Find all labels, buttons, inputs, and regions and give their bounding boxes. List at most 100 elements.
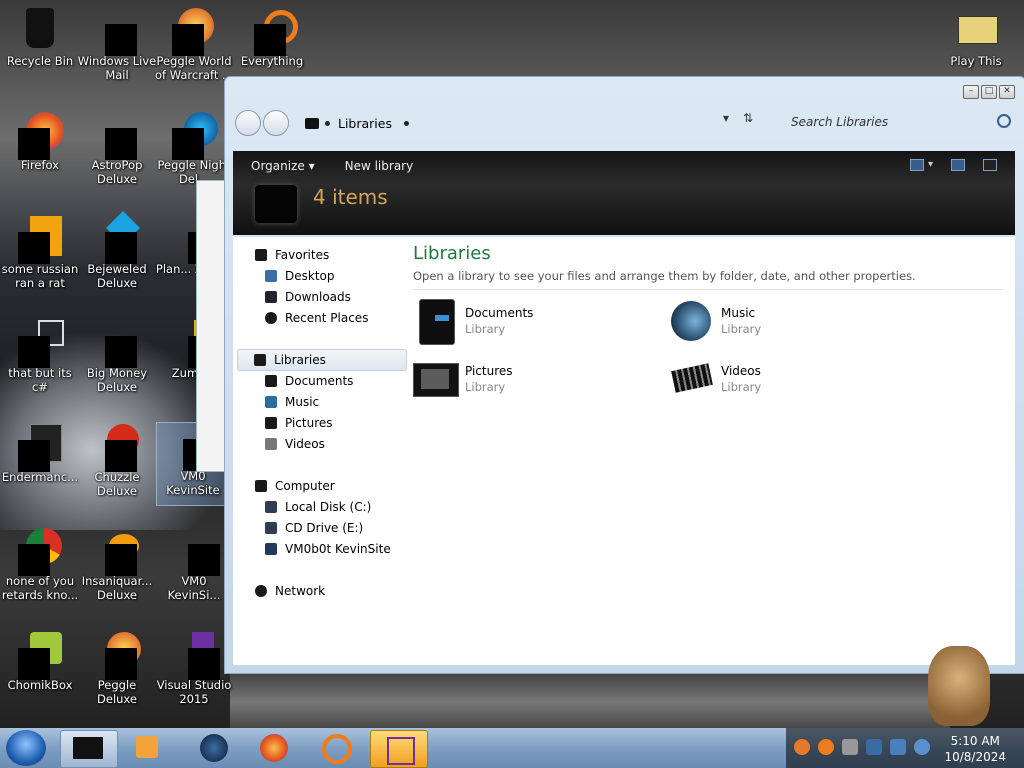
library-documents[interactable]: Documents Library	[413, 299, 534, 345]
clock[interactable]: 5:10 AM 10/8/2024	[944, 733, 1006, 765]
desktop-icon-everything[interactable]: Everything	[232, 8, 312, 68]
nav-label: Videos	[285, 437, 325, 451]
minimize-button[interactable]: –	[963, 85, 979, 99]
desktop-icon-label: Everything	[240, 54, 304, 68]
breadcrumb-separator[interactable]	[325, 120, 330, 126]
taskbar-firefox[interactable]	[246, 730, 302, 766]
desktop-icon-that-but-its-csharp[interactable]: that but its c#	[0, 320, 80, 394]
organize-menu[interactable]: Organize ▾	[251, 159, 315, 173]
library-name: Documents	[465, 306, 534, 320]
desktop-icon-some-russian[interactable]: some russian ran a rat	[0, 216, 80, 290]
breadcrumb-separator[interactable]	[404, 120, 409, 126]
search-icon[interactable]	[997, 114, 1011, 128]
firefox-icon	[260, 734, 288, 762]
hamster-gadget[interactable]	[928, 646, 990, 726]
help-icon[interactable]	[983, 159, 997, 171]
nav-libraries[interactable]: Libraries	[237, 349, 407, 371]
desktop-icon-peggle-wow[interactable]: Peggle World of Warcraft ...	[154, 8, 234, 82]
tray-app-icon[interactable]	[842, 739, 858, 755]
pictures-icon	[413, 357, 459, 401]
new-library-button[interactable]: New library	[345, 159, 414, 173]
documents-icon	[265, 375, 277, 387]
refresh-icon[interactable]: ⇅	[743, 111, 753, 125]
desktop-icon-chuzzle[interactable]: Chuzzle Deluxe	[77, 424, 157, 498]
nav-label: Computer	[275, 479, 335, 493]
address-history-dropdown-icon[interactable]: ▾	[723, 111, 729, 125]
breadcrumb-libraries[interactable]: Libraries	[338, 116, 392, 131]
desktop-icon-none-of-you[interactable]: none of you retards kno...	[0, 528, 80, 602]
taskbar-explorer[interactable]	[60, 730, 118, 768]
preview-pane-icon[interactable]	[951, 159, 965, 171]
tray-search-icon[interactable]	[818, 739, 834, 755]
taskbar-globe[interactable]	[186, 730, 242, 766]
volume-icon[interactable]	[914, 739, 930, 755]
library-videos[interactable]: Videos Library	[669, 357, 761, 401]
desktop-icon-astropop[interactable]: AstroPop Deluxe	[77, 112, 157, 186]
explorer-window[interactable]: – □ ✕ Libraries ▾ ⇅ Search Libraries Org…	[224, 76, 1024, 674]
desktop-icon-play-this[interactable]: Play This	[936, 8, 1016, 68]
visual-studio-icon	[387, 737, 415, 765]
nav-pictures[interactable]: Pictures	[265, 413, 333, 433]
content-area: Favorites Desktop Downloads Recent Place…	[233, 237, 1015, 665]
taskbar-everything[interactable]	[308, 730, 364, 766]
nav-label: Downloads	[285, 290, 351, 304]
view-options-icon[interactable]	[909, 159, 924, 171]
tray-avast-icon[interactable]	[794, 739, 810, 755]
nav-network[interactable]: Network	[255, 581, 325, 601]
desktop-icon-bejeweled[interactable]: Bejeweled Deluxe	[77, 211, 157, 290]
search-box[interactable]: Search Libraries	[783, 110, 1015, 134]
library-name: Music	[721, 306, 756, 320]
documents-icon	[413, 299, 457, 345]
start-button[interactable]	[6, 730, 46, 766]
nav-kevinsite[interactable]: VM0b0t KevinSite	[265, 539, 391, 559]
insaniquarium-icon	[95, 528, 139, 576]
mail-icon	[95, 8, 139, 56]
library-music[interactable]: Music Library	[669, 299, 761, 343]
network-icon[interactable]	[890, 739, 906, 755]
nav-videos[interactable]: Videos	[265, 434, 325, 454]
forward-button[interactable]	[263, 110, 289, 136]
desktop-icon-endermanch[interactable]: Endermanc...	[0, 424, 80, 484]
desktop-icon-chomikbox[interactable]: ChomikBox	[0, 632, 80, 692]
desktop-icon-big-money[interactable]: Big Money Deluxe	[77, 320, 157, 394]
nav-label: VM0b0t KevinSite	[285, 542, 391, 556]
maximize-button[interactable]: □	[981, 85, 997, 99]
taskbar-media-player[interactable]	[120, 730, 176, 766]
nav-desktop[interactable]: Desktop	[265, 266, 335, 286]
desktop-icon-label: Bejeweled Deluxe	[87, 262, 147, 290]
desktop-icon-peggle-deluxe[interactable]: Peggle Deluxe	[77, 632, 157, 706]
desktop-icon-visual-studio[interactable]: Visual Studio 2015	[154, 632, 234, 706]
desktop-icon-peggle-nights[interactable]: Peggle Night Del...	[154, 112, 234, 186]
chuzzle-icon	[95, 424, 139, 472]
desktop-icon-windows-live-mail[interactable]: Windows Live Mail	[77, 8, 157, 82]
nav-downloads[interactable]: Downloads	[265, 287, 351, 307]
libraries-large-icon	[255, 185, 297, 223]
back-button[interactable]	[235, 110, 261, 136]
network-drive-icon	[265, 543, 277, 555]
desktop-icon-label: Big Money Deluxe	[86, 366, 148, 394]
close-button[interactable]: ✕	[999, 85, 1015, 99]
desktop-icon-label: Insaniquar... Deluxe	[81, 574, 153, 602]
desktop-icon-firefox[interactable]: Firefox	[0, 112, 80, 172]
downloads-icon	[265, 291, 277, 303]
address-bar[interactable]: Libraries	[305, 111, 743, 135]
desktop-icon-recycle-bin[interactable]: Recycle Bin	[0, 8, 80, 68]
shield-icon[interactable]	[866, 739, 882, 755]
divider	[413, 289, 1003, 290]
desktop-icon-insaniquarium[interactable]: Insaniquar... Deluxe	[77, 528, 157, 602]
nav-cd-drive[interactable]: CD Drive (E:)	[265, 518, 363, 538]
chomikbox-icon	[18, 632, 62, 680]
desktop-icon-vm0-kevinsite-2[interactable]: VM0 KevinSi...	[154, 528, 234, 602]
nav-recent-places[interactable]: Recent Places	[265, 308, 368, 328]
nav-local-disk[interactable]: Local Disk (C:)	[265, 497, 371, 517]
view-options-dropdown-icon[interactable]: ▾	[928, 159, 933, 171]
nav-music[interactable]: Music	[265, 392, 319, 412]
search-input[interactable]: Search Libraries	[791, 115, 888, 129]
nav-favorites[interactable]: Favorites	[255, 245, 329, 265]
music-icon	[265, 396, 277, 408]
nav-computer[interactable]: Computer	[255, 476, 335, 496]
library-pictures[interactable]: Pictures Library	[413, 357, 513, 401]
desktop-icon-label: Visual Studio 2015	[156, 678, 232, 706]
nav-documents[interactable]: Documents	[265, 371, 353, 391]
taskbar-visual-studio[interactable]	[370, 730, 428, 768]
